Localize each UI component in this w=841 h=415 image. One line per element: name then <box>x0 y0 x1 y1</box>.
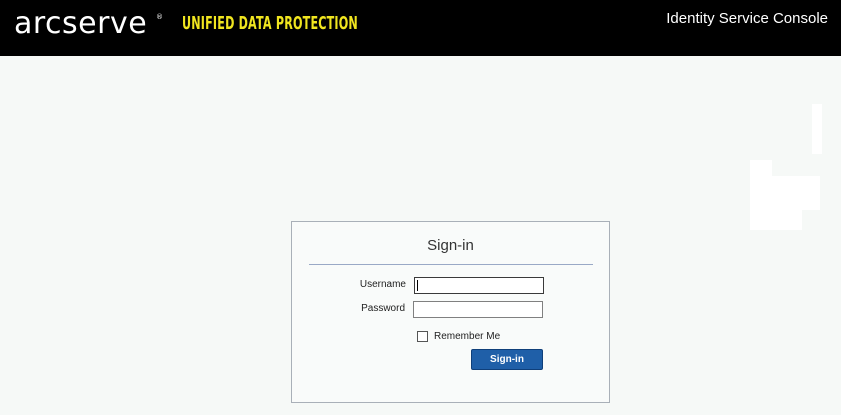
registered-mark: ® <box>156 13 163 21</box>
remember-me-row[interactable]: Remember Me <box>417 329 500 343</box>
username-label: Username <box>359 279 406 290</box>
product-name: UNIFIED DATA PROTECTION <box>182 13 358 34</box>
remember-me-checkbox[interactable] <box>417 330 428 342</box>
username-input[interactable] <box>414 277 544 294</box>
arcserve-logo: arcserve <box>14 6 148 41</box>
password-input[interactable] <box>413 301 543 318</box>
password-label: Password <box>361 303 405 314</box>
decorative-block <box>772 176 802 230</box>
remember-me-label[interactable]: Remember Me <box>434 331 500 342</box>
signin-title: Sign-in <box>427 237 474 254</box>
decorative-block <box>812 104 822 154</box>
decorative-block <box>802 176 820 210</box>
top-banner: arcserve ® UNIFIED DATA PROTECTION Ident… <box>0 0 841 56</box>
signin-button[interactable]: Sign-in <box>471 349 543 370</box>
signin-panel: Sign-in Username Password Remember Me Si… <box>291 221 610 403</box>
decorative-block <box>750 160 772 230</box>
console-title: Identity Service Console <box>666 10 828 27</box>
title-divider <box>309 264 593 265</box>
text-cursor <box>417 280 418 291</box>
